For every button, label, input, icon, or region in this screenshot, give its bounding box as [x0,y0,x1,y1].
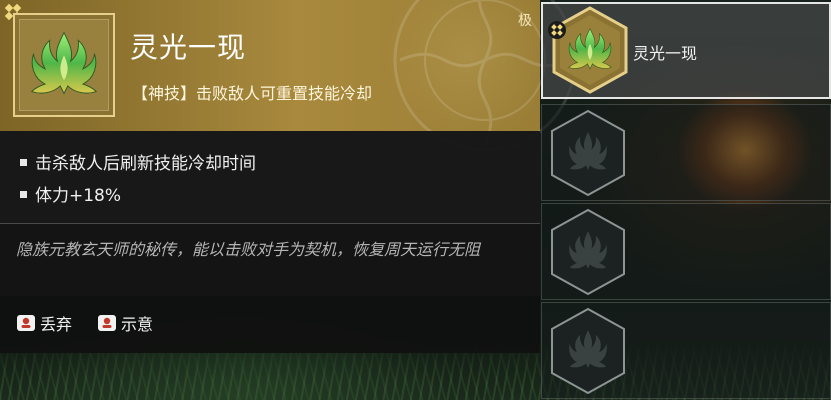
gamepad-button-icon [17,315,35,331]
empty-hexagon-icon [551,307,625,395]
skill-slot-empty[interactable] [541,203,831,300]
skill-description: 【神技】击败敌人可重置技能冷却 [132,84,373,103]
skill-header: 灵光一现 【神技】击败敌人可重置技能冷却 极 [0,0,577,152]
hexagon-skill-icon [552,6,628,94]
skill-slot-selected[interactable]: 灵光一现 [541,2,831,99]
quality-badge-icon [548,21,566,39]
action-bar: 丢弃 示意 [0,296,540,353]
effect-item: 体力+18% [20,181,121,206]
skill-detail-panel: 灵光一现 【神技】击败敌人可重置技能冷却 极 击杀敌人后刷新技能冷却时间 体力+… [0,0,577,353]
skill-slot-empty[interactable] [541,104,831,201]
skill-icon-frame [13,13,115,117]
effect-list: 击杀敌人后刷新技能冷却时间 体力+18% [0,131,540,223]
gamepad-button-icon [98,315,116,331]
green-flame-lotus-icon [25,27,103,103]
rank-label: 极 [518,13,532,29]
signal-button[interactable]: 示意 [97,312,153,334]
lore-text: 隐族元教玄天师的秘传，能以击败对手为契机，恢复周天运行无阻 [16,240,481,259]
skill-title: 灵光一现 [130,31,247,64]
empty-hexagon-icon [551,208,625,296]
effect-item: 击杀敌人后刷新技能冷却时间 [20,149,256,174]
empty-hexagon-icon [551,109,625,197]
slot-label: 灵光一现 [633,44,698,63]
lore-section: 隐族元教玄天师的秘传，能以击败对手为契机，恢复周天运行无阻 [0,224,540,296]
discard-button[interactable]: 丢弃 [16,312,72,334]
skill-slot-empty[interactable] [541,302,831,399]
bullet-icon [20,190,27,198]
bullet-icon [20,158,27,166]
